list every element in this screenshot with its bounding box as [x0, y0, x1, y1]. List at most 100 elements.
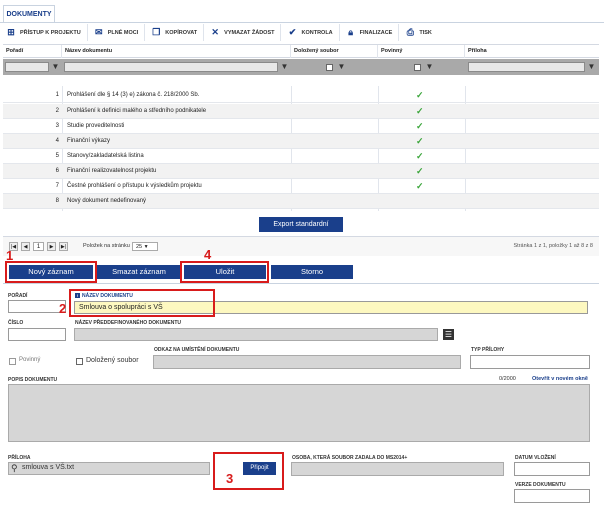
required-checkbox-label: Povinný: [19, 357, 41, 363]
filter-name-input[interactable]: [64, 62, 278, 72]
cell-order: 2: [55, 108, 59, 114]
prev-page-icon[interactable]: ◀: [21, 242, 30, 251]
annotation-1: 1: [6, 248, 14, 263]
annotation-2: 2: [59, 301, 67, 316]
tab-divider: [0, 22, 604, 23]
filter-icon[interactable]: ▼: [280, 62, 289, 72]
page-number-input[interactable]: 1: [33, 242, 44, 251]
per-page-value: 25: [136, 244, 143, 250]
pager: |◀ ◀ 1 ▶ ▶| Položek na stránku 25 ▼ Strá…: [3, 236, 599, 256]
attached-file-checkbox[interactable]: [76, 358, 83, 365]
toolbar-powers-button[interactable]: ✉ PLNÉ MOCI: [88, 24, 146, 41]
highlight-box-attach: [213, 452, 284, 490]
date-input[interactable]: [514, 462, 590, 476]
predefined-document-select[interactable]: [74, 328, 438, 341]
toolbar-access-button[interactable]: ⊞ PŘÍSTUP K PROJEKTU: [0, 24, 88, 41]
check-icon: ✔: [288, 27, 297, 37]
person-label: OSOBA, KTERÁ SOUBOR ZADALA DO MS2014+: [292, 455, 408, 461]
description-label: POPIS DOKUMENTU: [8, 377, 58, 383]
cell-name: Finanční výkazy: [67, 138, 111, 144]
annotation-4: 4: [204, 247, 212, 262]
filter-required-checkbox[interactable]: [414, 64, 421, 71]
table-row[interactable]: 1 Prohlášení dle § 14 (3) e) zákona č. 2…: [3, 88, 599, 103]
sitemap-icon: ⊞: [7, 27, 15, 37]
highlight-box-save: [180, 261, 269, 283]
toolbar: ⊞ PŘÍSTUP K PROJEKTU ✉ PLNÉ MOCI ❐ KOPÍROVA…: [0, 24, 604, 41]
char-counter: 0/2000: [499, 376, 516, 382]
per-page-select[interactable]: 25 ▼: [132, 242, 158, 251]
cell-name: Stanovy/zakladatelská listina: [67, 153, 144, 159]
filter-icon[interactable]: ▼: [51, 62, 60, 72]
col-header-required[interactable]: Povinný: [378, 45, 465, 58]
x-icon: ✕: [211, 27, 219, 37]
cancel-button[interactable]: Storno: [271, 265, 353, 279]
cell-order: 8: [55, 198, 59, 204]
table-row[interactable]: 2 Prohlášení k definici malého a střední…: [3, 104, 599, 119]
open-new-window-link[interactable]: Otevřít v novém okně: [532, 376, 588, 382]
cell-name: Studie proveditelnosti: [67, 123, 125, 129]
list-icon[interactable]: ☰: [443, 329, 454, 340]
lock-icon: 🔒︎: [348, 27, 354, 37]
attachment-label: PŘÍLOHA: [8, 455, 31, 461]
filter-row: ▼ ▼ ▼ ▼ ▼: [3, 59, 599, 75]
filter-icon[interactable]: ▼: [587, 62, 596, 72]
version-label: VERZE DOKUMENTU: [515, 482, 566, 488]
delete-record-button[interactable]: Smazat záznam: [97, 265, 181, 279]
description-textarea[interactable]: [8, 384, 590, 442]
toolbar-print-button[interactable]: ⎙ TISK: [399, 24, 438, 41]
toolbar-finalize-button[interactable]: 🔒︎ FINALIZACE: [340, 24, 400, 41]
order-input[interactable]: [8, 300, 66, 313]
annotation-3: 3: [226, 471, 234, 486]
copy-icon: ❐: [152, 27, 161, 37]
location-label: ODKAZ NA UMÍSTĚNÍ DOKUMENTU: [154, 347, 240, 353]
cell-name: Prohlášení dle § 14 (3) e) zákona č. 218…: [67, 92, 200, 98]
table-row[interactable]: 3 Studie proveditelnosti ✓: [3, 119, 599, 134]
check-icon: ✓: [416, 151, 424, 161]
version-input[interactable]: [514, 489, 590, 503]
check-icon: ✓: [416, 121, 424, 131]
toolbar-delete-request-button[interactable]: ✕ VYMAZAT ŽÁDOST: [204, 24, 282, 41]
filter-attachment-input[interactable]: [468, 62, 585, 72]
table-row[interactable]: 8 Nový dokument nedefinovaný: [3, 194, 599, 209]
last-page-icon[interactable]: ▶|: [59, 242, 68, 251]
pager-summary: Stránka 1 z 1, položky 1 až 8 z 8: [513, 243, 594, 249]
col-header-attachment[interactable]: Příloha: [465, 45, 599, 58]
cell-name: Finanční realizovatelnost projektu: [67, 168, 157, 174]
attachment-type-input[interactable]: [470, 355, 590, 369]
highlight-box-new: [5, 261, 97, 283]
attachment-filename: smlouva s VŠ.txt: [22, 464, 75, 471]
pin-icon: ⚲: [11, 463, 18, 473]
per-page-label: Položek na stránku: [83, 243, 130, 249]
tab-dokumenty[interactable]: DOKUMENTY: [3, 5, 55, 23]
number-input[interactable]: [8, 328, 66, 341]
export-button[interactable]: Export standardní: [259, 217, 343, 232]
filter-icon[interactable]: ▼: [425, 62, 434, 72]
col-header-name[interactable]: Název dokumentu: [62, 45, 291, 58]
toolbar-copy-button[interactable]: ❐ KOPÍROVAT: [145, 24, 205, 41]
table-row[interactable]: 6 Finanční realizovatelnost projektu ✓: [3, 164, 599, 179]
table-row[interactable]: 7 Čestné prohlášení o přístupu k výsledk…: [3, 179, 599, 194]
number-label: ČÍSLO: [8, 320, 24, 326]
order-label: POŘADÍ: [8, 293, 28, 299]
col-header-attached[interactable]: Doložený soubor: [291, 45, 378, 58]
grid-header: Pořadí Název dokumentu Doložený soubor P…: [3, 44, 599, 58]
location-input[interactable]: [153, 355, 461, 369]
date-label: DATUM VLOŽENÍ: [515, 455, 556, 461]
filter-order-input[interactable]: [5, 62, 49, 72]
toolbar-check-button[interactable]: ✔ KONTROLA: [281, 24, 340, 41]
person-input[interactable]: [291, 462, 504, 476]
cell-order: 7: [55, 183, 59, 189]
cell-order: 3: [55, 123, 59, 129]
cell-name: Prohlášení k definici malého a středního…: [67, 108, 207, 114]
filter-icon[interactable]: ▼: [337, 62, 346, 72]
table-row[interactable]: 4 Finanční výkazy ✓: [3, 134, 599, 149]
next-page-icon[interactable]: ▶: [47, 242, 56, 251]
check-icon: ✓: [416, 181, 424, 191]
filter-attached-checkbox[interactable]: [326, 64, 333, 71]
check-icon: ✓: [416, 90, 424, 100]
required-checkbox[interactable]: [9, 358, 16, 365]
cell-name: Čestné prohlášení o přístupu k výsledkům…: [67, 183, 202, 189]
table-row[interactable]: 5 Stanovy/zakladatelská listina ✓: [3, 149, 599, 164]
predefined-label: NÁZEV PŘEDDEFINOVANÉHO DOKUMENTU: [75, 320, 182, 326]
col-header-order[interactable]: Pořadí: [3, 45, 62, 58]
